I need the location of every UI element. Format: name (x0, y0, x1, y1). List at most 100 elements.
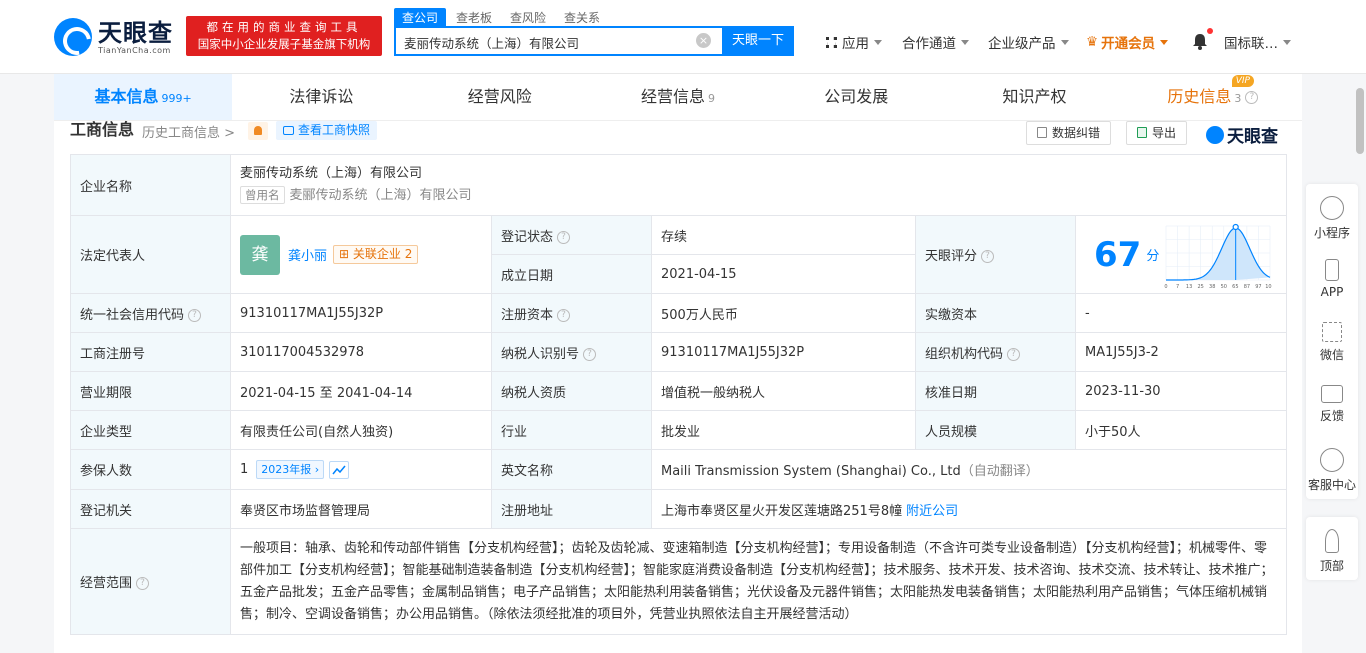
sidebar-item-miniprogram[interactable]: 小程序 (1306, 184, 1358, 247)
insured-label: 参保人数 (70, 449, 231, 490)
nav-user[interactable]: 国标联… (1224, 32, 1291, 52)
reg-status-label: 登记状态? (491, 215, 652, 255)
taxpayer-id-label-text: 纳税人识别号 (501, 346, 580, 362)
search-tab-relation[interactable]: 查关系 (556, 8, 608, 27)
sidebar-item-wechat[interactable]: 微信 (1306, 310, 1358, 373)
logo-name: 天眼查 (98, 18, 173, 47)
sidebar-label: APP (1320, 285, 1344, 299)
former-name: 麦郦传动系统（上海）有限公司 (289, 188, 472, 203)
search-tab-company[interactable]: 查公司 (394, 8, 447, 27)
business-info-section: 工商信息 历史工商信息 > 查看工商快照 数据纠错 导出 天眼查 企业名称 麦丽… (54, 121, 1302, 653)
logo[interactable]: 天眼查 TianYanCha.com (54, 18, 173, 56)
term: 2021-04-15 至 2041-04-14 (230, 371, 492, 411)
tab-litigation[interactable]: 法律诉讼 (232, 74, 410, 120)
help-icon[interactable]: ? (981, 250, 995, 263)
back-to-top-button[interactable]: 顶部 (1306, 517, 1358, 580)
clear-icon[interactable]: × (696, 33, 711, 48)
tab-basic-info[interactable]: 基本信息 999+ (54, 74, 233, 120)
score-label-text: 天眼评分 (925, 249, 978, 264)
crown-icon: ♛ (1086, 34, 1099, 50)
english-name: Maili Transmission System (Shanghai) Co.… (661, 464, 961, 479)
taxpayer-qual: 增值税一般纳税人 (651, 371, 916, 411)
org-code: MA1J55J3-2 (1074, 332, 1288, 372)
help-icon[interactable]: ? (1245, 91, 1259, 104)
tab-count: 3 (1234, 92, 1242, 105)
search-input[interactable]: 麦丽传动系统（上海）有限公司 (394, 26, 724, 56)
slogan-line-2: 国家中小企业发展子基金旗下机构 (197, 37, 371, 51)
help-icon[interactable]: ? (557, 230, 571, 244)
reg-status-label-text: 登记状态 (501, 229, 554, 245)
tab-label: 经营信息 (640, 87, 705, 106)
staff-size: 小于50人 (1074, 410, 1288, 450)
scope-label-text: 经营范围 (80, 576, 133, 591)
snapshot-button[interactable]: 查看工商快照 (276, 121, 378, 140)
slogan-banner[interactable]: 都在用的商业查询工具 国家中小企业发展子基金旗下机构 (186, 16, 382, 56)
taxpayer-qual-label: 纳税人资质 (491, 371, 652, 411)
history-business-link[interactable]: 历史工商信息 > (142, 122, 235, 141)
top-bar: 天眼查 TianYanCha.com 都在用的商业查询工具 国家中小企业发展子基… (0, 0, 1366, 74)
help-icon[interactable]: ? (136, 577, 150, 590)
sidebar-item-support[interactable]: 客服中心 (1306, 436, 1358, 499)
search-button[interactable]: 天眼一下 (722, 26, 794, 56)
type-label: 企业类型 (70, 410, 231, 450)
annual-report-link[interactable]: 2023年报 › (256, 460, 325, 479)
nearby-companies-link[interactable]: 附近公司 (906, 504, 958, 519)
tab-label: 知识产权 (1002, 87, 1067, 106)
tab-label: 历史信息 (1167, 87, 1232, 106)
nav-apps[interactable]: 应用 (826, 32, 882, 52)
score-unit: 分 (1146, 249, 1160, 264)
watermark-text: 天眼查 (1227, 127, 1278, 147)
sidebar-label: 反馈 (1319, 409, 1344, 423)
reg-capital: 500万人民币 (651, 293, 916, 333)
search-tab-risk[interactable]: 查风险 (502, 8, 554, 27)
data-correction-button[interactable]: 数据纠错 (1026, 121, 1112, 145)
tab-risk[interactable]: 经营风险 (411, 74, 589, 120)
search-tab-boss[interactable]: 查老板 (448, 8, 500, 27)
help-icon[interactable]: ? (583, 347, 597, 361)
export-button[interactable]: 导出 (1126, 121, 1188, 145)
search-type-tabs: 查公司 查老板 查风险 查关系 (394, 8, 610, 27)
export-label: 导出 (1152, 126, 1177, 140)
page-scrollbar[interactable] (1356, 88, 1364, 154)
nav-apps-label: 应用 (842, 36, 869, 52)
tab-label: 公司发展 (824, 87, 889, 106)
related-companies-badge[interactable]: ⊞ 关联企业 2 (333, 245, 419, 264)
help-icon[interactable]: ? (1007, 347, 1021, 361)
legal-rep-label: 法定代表人 (70, 215, 231, 294)
help-icon[interactable]: ? (188, 308, 202, 322)
related-label: 关联企业 (352, 247, 401, 261)
sidebar-item-app[interactable]: APP (1306, 247, 1358, 310)
x-tick-label: 87 (1244, 284, 1250, 290)
bell-icon[interactable] (1192, 33, 1208, 50)
address: 上海市奉贤区星火开发区莲塘路251号8幢 (661, 503, 903, 519)
legal-rep-link[interactable]: 龚小丽 (288, 249, 327, 264)
tab-development[interactable]: 公司发展 (767, 74, 945, 120)
chevron-down-icon (1060, 39, 1069, 45)
reg-capital-label: 注册资本? (491, 293, 652, 333)
org-code-label-text: 组织机构代码 (925, 346, 1004, 362)
sidebar-item-feedback[interactable]: 反馈 (1306, 373, 1358, 436)
x-tick-label: 0 (1164, 284, 1167, 290)
nav-enterprise[interactable]: 企业级产品 (988, 32, 1069, 52)
taxpayer-id-label: 纳税人识别号? (491, 332, 652, 372)
sidebar-label: 微信 (1319, 348, 1344, 362)
score-distribution-chart[interactable]: 0 7 13 25 38 50 65 87 97 100 (1164, 222, 1272, 290)
avatar[interactable]: 龚 (240, 234, 280, 275)
credit-code: 91310117MA1J55J32P (230, 293, 492, 333)
logo-eye-icon (54, 18, 92, 56)
nav-vip[interactable]: ♛ 开通会员 (1086, 32, 1169, 52)
feedback-icon (1321, 385, 1343, 403)
help-icon[interactable]: ? (557, 308, 571, 322)
tab-ip[interactable]: 知识产权 (945, 74, 1123, 120)
apps-grid-icon (826, 36, 837, 48)
nav-enterprise-label: 企业级产品 (988, 36, 1056, 52)
nav-channel[interactable]: 合作通道 (902, 32, 969, 52)
tab-operations[interactable]: 经营信息 9 (589, 74, 767, 120)
trend-chart-icon[interactable] (329, 460, 350, 479)
company-type: 有限责任公司(自然人独资) (230, 410, 492, 450)
document-icon (1037, 127, 1047, 138)
tab-history[interactable]: VIP 历史信息 3? (1124, 74, 1302, 120)
x-tick-label: 13 (1186, 284, 1192, 290)
alert-bell-icon[interactable] (248, 122, 268, 140)
auto-translate-note: （自动翻译） (960, 464, 1039, 479)
